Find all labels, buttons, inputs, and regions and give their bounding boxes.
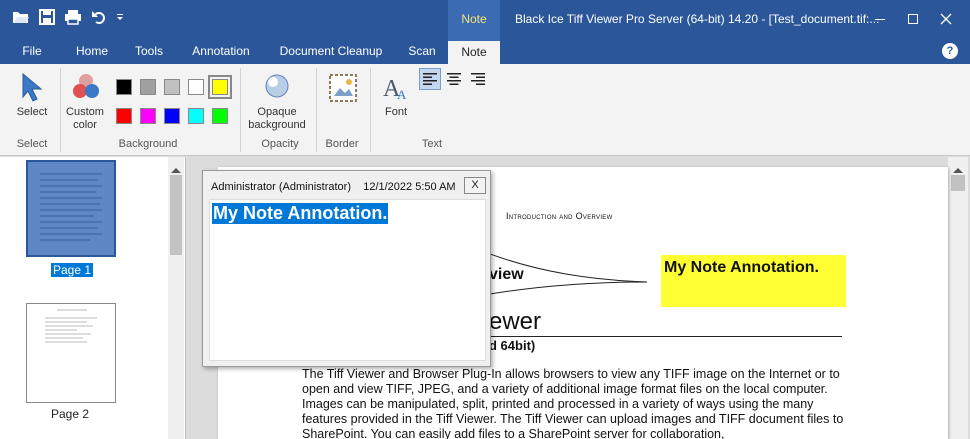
tab-file[interactable]: File [8, 38, 56, 64]
document-subtitle-fragment: d 64bit) [489, 338, 536, 353]
thumbnail-label-page-1[interactable]: Page 1 [51, 263, 94, 277]
customize-qat-icon[interactable] [116, 8, 124, 26]
opaque-label-line1: Opaque [257, 106, 297, 118]
swatch-black[interactable] [116, 79, 132, 95]
scroll-up-icon[interactable] [171, 162, 181, 176]
window-title: Black Ice Tiff Viewer Pro Server (64-bit… [515, 12, 880, 26]
note-context-tab-header: Note [448, 0, 500, 38]
swatch-cyan[interactable] [188, 108, 204, 124]
note-popup-window[interactable]: Administrator (Administrator) 12/1/2022 … [202, 170, 491, 367]
group-label-opacity: Opacity [261, 138, 299, 150]
sticky-note-annotation[interactable]: My Note Annotation. [661, 255, 846, 307]
tab-home[interactable]: Home [68, 38, 116, 64]
maximize-icon[interactable] [898, 6, 928, 32]
tab-annotation[interactable]: Annotation [182, 38, 260, 64]
save-icon[interactable] [38, 8, 56, 26]
note-author: Administrator (Administrator) [211, 181, 351, 193]
align-right-icon[interactable] [467, 68, 489, 90]
document-scroll-thumb[interactable] [951, 175, 965, 191]
group-label-text: Text [421, 138, 443, 150]
help-icon[interactable]: ? [942, 43, 958, 59]
ribbon-separator [316, 68, 317, 152]
close-icon[interactable] [931, 6, 961, 32]
select-button-label[interactable]: Select [12, 106, 52, 119]
custom-color-icon[interactable] [72, 72, 100, 105]
swatch-blue[interactable] [164, 108, 180, 124]
custom-color-label-line1: Custom [66, 106, 104, 118]
quick-access-toolbar [12, 8, 124, 26]
ribbon-separator [240, 68, 241, 152]
align-left-icon[interactable] [419, 68, 441, 90]
tab-tools[interactable]: Tools [126, 38, 172, 64]
thumbnail-pane: Page 1 Page 2 [0, 157, 186, 439]
tab-note[interactable]: Note [448, 38, 500, 64]
minimize-icon[interactable] [865, 6, 895, 32]
note-text-area[interactable]: My Note Annotation. [209, 199, 486, 361]
swatch-magenta[interactable] [140, 108, 156, 124]
tab-scan[interactable]: Scan [400, 38, 444, 64]
opaque-background-label[interactable]: Opaque background [244, 106, 310, 132]
thumbnail-page-1[interactable] [26, 160, 116, 257]
group-label-background: Background [118, 138, 178, 150]
ribbon-separator [370, 68, 371, 152]
swatch-white[interactable] [188, 79, 204, 95]
swatch-gray[interactable] [140, 79, 156, 95]
open-folder-icon[interactable] [12, 8, 30, 26]
font-icon[interactable]: AA [382, 74, 410, 105]
swatch-red[interactable] [116, 108, 132, 124]
align-center-icon[interactable] [443, 68, 465, 90]
note-timestamp: 12/1/2022 5:50 AM [363, 181, 456, 193]
note-close-button[interactable]: X [464, 177, 486, 194]
document-heading: Introduction and Overview [506, 211, 613, 221]
ribbon: Select Select Custom color Background Op… [0, 64, 970, 156]
context-tab-label: Note [461, 12, 487, 26]
undo-icon[interactable] [90, 8, 108, 26]
thumbnail-scroll-thumb[interactable] [170, 175, 182, 255]
document-rule [489, 336, 842, 337]
tab-document-cleanup[interactable]: Document Cleanup [272, 38, 390, 64]
select-arrow-icon[interactable] [20, 72, 46, 105]
document-scrollbar[interactable] [948, 157, 968, 439]
font-button-label[interactable]: Font [380, 106, 412, 119]
group-label-select: Select [16, 138, 48, 150]
border-icon[interactable] [328, 73, 358, 106]
note-selected-text[interactable]: My Note Annotation. [212, 203, 389, 224]
sticky-note-text: My Note Annotation. [664, 259, 819, 276]
custom-color-label-line2: color [73, 119, 97, 131]
ribbon-separator [60, 68, 61, 152]
document-paragraph: The Tiff Viewer and Browser Plug-In allo… [302, 367, 844, 439]
swatch-yellow[interactable] [208, 75, 232, 99]
document-main-title-fragment: ewer [489, 308, 542, 335]
title-bar: Note Black Ice Tiff Viewer Pro Server (6… [0, 0, 970, 38]
opaque-label-line2: background [248, 119, 306, 131]
thumbnail-page-2[interactable] [26, 303, 116, 403]
swatch-green[interactable] [212, 108, 228, 124]
ribbon-tabs: File Home Tools Annotation Document Clea… [0, 38, 970, 64]
print-icon[interactable] [64, 8, 82, 26]
svg-text:A: A [397, 87, 407, 102]
custom-color-label[interactable]: Custom color [62, 106, 108, 132]
swatch-silver[interactable] [164, 79, 180, 95]
opaque-background-icon[interactable] [262, 72, 292, 105]
group-label-border: Border [325, 138, 359, 150]
scroll-up-icon[interactable] [953, 162, 963, 176]
document-title-fragment: view [489, 266, 524, 283]
thumbnail-scrollbar[interactable] [168, 157, 184, 439]
note-popup-header: Administrator (Administrator) 12/1/2022 … [211, 181, 456, 193]
thumbnail-label-page-2[interactable]: Page 2 [51, 407, 89, 421]
